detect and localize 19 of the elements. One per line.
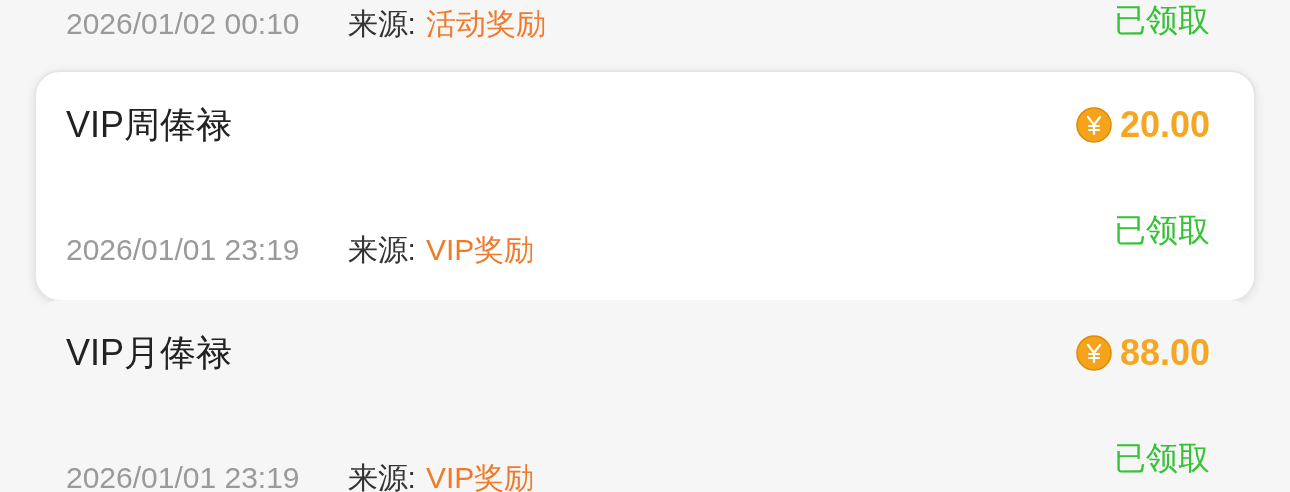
record-title: VIP月俸禄 [66, 331, 233, 375]
source-value: 活动奖励 [425, 6, 546, 42]
record-time: 2026/01/01 23:19 [66, 460, 300, 492]
status-text: 已领取 [1114, 211, 1210, 250]
record-time: 2026/01/02 00:10 [66, 6, 300, 42]
record-title: VIP周俸禄 [66, 103, 233, 147]
source-value: VIP奖励 [425, 232, 535, 268]
source-label: 来源: [347, 460, 416, 492]
amount: 88.00 [1119, 331, 1210, 375]
yuan-coin-icon [1075, 335, 1112, 371]
source-label: 来源: [347, 232, 416, 268]
record-time: 2026/01/01 23:19 [66, 232, 300, 268]
source-label: 来源: [347, 6, 416, 42]
amount: 20.00 [1119, 103, 1210, 147]
record-card[interactable]: VIP周俸禄 20.00 2026/01/01 23:19 来源: VIP奖励 已领取 [36, 72, 1254, 300]
status-text: 已领取 [1114, 439, 1210, 478]
status-text: 已领取 [1114, 1, 1210, 40]
yuan-coin-icon [1075, 107, 1112, 143]
source-value: VIP奖励 [425, 460, 535, 492]
